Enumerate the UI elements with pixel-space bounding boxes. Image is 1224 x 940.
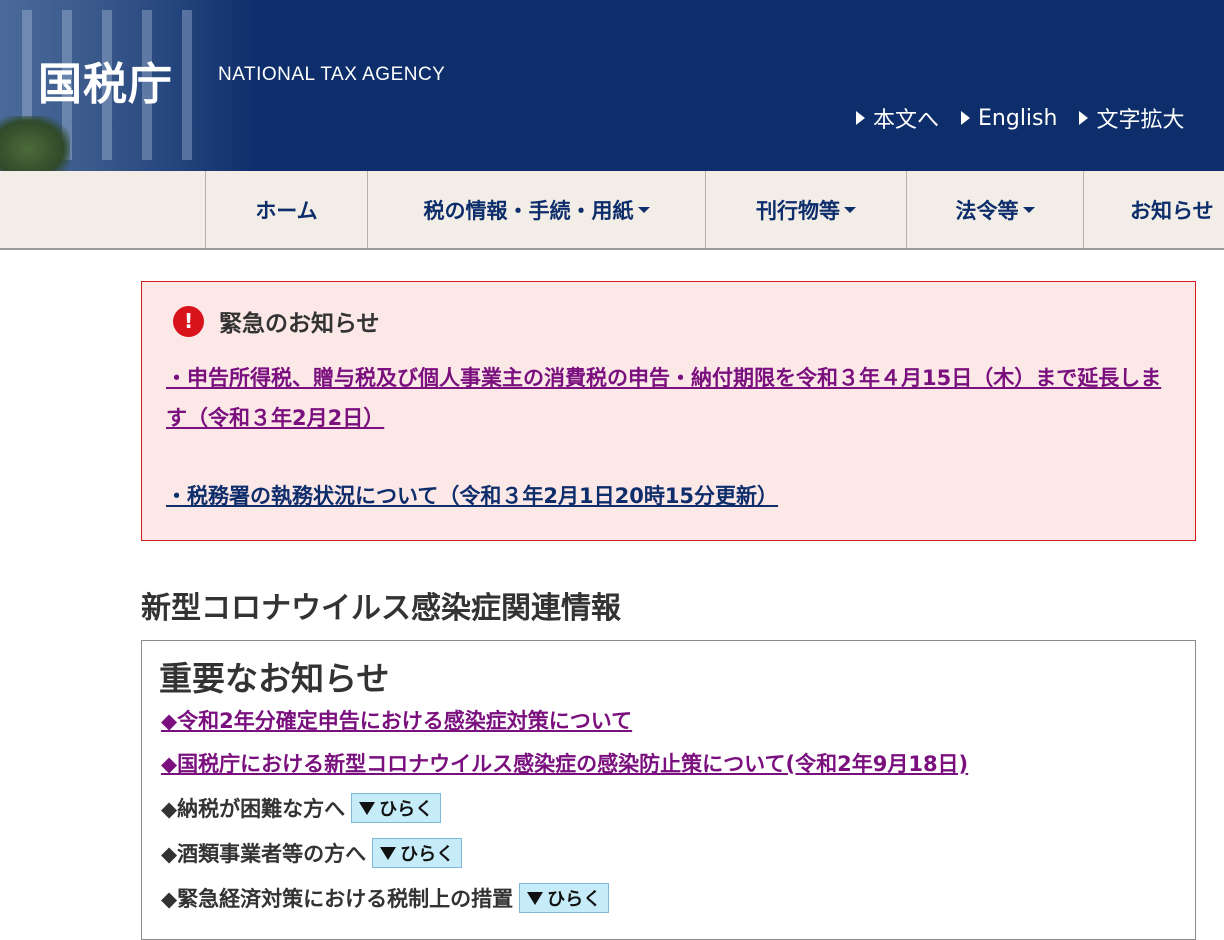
utility-nav: 本文へ English 文字拡大 (856, 102, 1184, 134)
global-nav: ホーム 税の情報・手続・用紙 刊行物等 法令等 お知らせ (0, 171, 1224, 250)
nav-label: 税の情報・手続・用紙 (423, 198, 634, 223)
nav-label: お知らせ (1130, 198, 1214, 223)
expand-button[interactable]: ひらく (519, 883, 610, 913)
nav-label: 法令等 (955, 198, 1019, 223)
triangle-right-icon (961, 111, 971, 125)
expand-button-label: ひらく (400, 844, 455, 865)
toggle-label: ◆納税が困難な方へ (161, 797, 346, 821)
triangle-down-icon (359, 801, 376, 815)
triangle-right-icon (856, 111, 865, 125)
caret-down-icon (637, 206, 650, 213)
expand-button[interactable]: ひらく (351, 793, 442, 823)
english-label: English (978, 105, 1058, 131)
triangle-right-icon (1079, 111, 1089, 125)
notice-link-filing-measures[interactable]: ◆令和2年分確定申告における感染症対策について (161, 705, 632, 735)
toggle-row-liquor-business: ◆酒類事業者等の方へ ひらく (161, 838, 463, 868)
nav-item-laws[interactable]: 法令等 (906, 171, 1083, 248)
important-notice-box: 重要なお知らせ ◆令和2年分確定申告における感染症対策について ◆国税庁における… (141, 640, 1196, 940)
expand-button[interactable]: ひらく (372, 838, 463, 868)
nav-item-tax-info[interactable]: 税の情報・手続・用紙 (367, 171, 705, 248)
nav-item-home[interactable]: ホーム (205, 171, 367, 248)
site-logo[interactable]: 国税庁 (38, 48, 173, 112)
toggle-label: ◆緊急経済対策における税制上の措置 (161, 887, 514, 911)
nav-item-notices[interactable]: お知らせ (1083, 171, 1224, 248)
toggle-label: ◆酒類事業者等の方へ (161, 842, 367, 866)
english-link[interactable]: English (961, 102, 1057, 134)
toggle-row-economic-measures: ◆緊急経済対策における税制上の措置 ひらく (161, 883, 610, 913)
notice-link-infection-prevention[interactable]: ◆国税庁における新型コロナウイルス感染症の感染防止策について(令和2年9月18日… (161, 748, 968, 778)
triangle-down-icon (380, 846, 397, 860)
emergency-link-deadline-extension[interactable]: ・申告所得税、贈与税及び個人事業主の消費税の申告・納付期限を令和３年４月15日（… (166, 358, 1176, 438)
expand-button-label: ひらく (379, 799, 434, 820)
text-enlarge-label: 文字拡大 (1096, 108, 1185, 133)
section-title: 新型コロナウイルス感染症関連情報 (141, 591, 621, 626)
emergency-notice-box: ! 緊急のお知らせ ・申告所得税、贈与税及び個人事業主の消費税の申告・納付期限を… (141, 281, 1196, 541)
important-notice-title: 重要なお知らせ (159, 659, 390, 698)
emergency-link-office-status[interactable]: ・税務署の執務状況について（令和３年2月1日20時15分更新） (166, 476, 778, 516)
nav-label: 刊行物等 (756, 198, 840, 223)
exclamation-icon: ! (173, 305, 204, 337)
nav-label: ホーム (255, 198, 318, 223)
site-header: 国税庁 NATIONAL TAX AGENCY 本文へ English 文字拡大 (0, 0, 1224, 171)
text-enlarge-link[interactable]: 文字拡大 (1079, 102, 1184, 134)
emergency-title: 緊急のお知らせ (219, 311, 380, 337)
toggle-row-payment-difficulty: ◆納税が困難な方へ ひらく (161, 793, 442, 823)
skip-to-content-label: 本文へ (873, 108, 940, 133)
caret-down-icon (844, 206, 856, 213)
skip-to-content-link[interactable]: 本文へ (856, 102, 939, 134)
site-subtitle: NATIONAL TAX AGENCY (218, 64, 446, 85)
triangle-down-icon (527, 891, 544, 905)
expand-button-label: ひらく (547, 889, 602, 910)
nav-item-publications[interactable]: 刊行物等 (705, 171, 906, 248)
caret-down-icon (1022, 206, 1035, 213)
emergency-header: ! 緊急のお知らせ (173, 304, 380, 338)
